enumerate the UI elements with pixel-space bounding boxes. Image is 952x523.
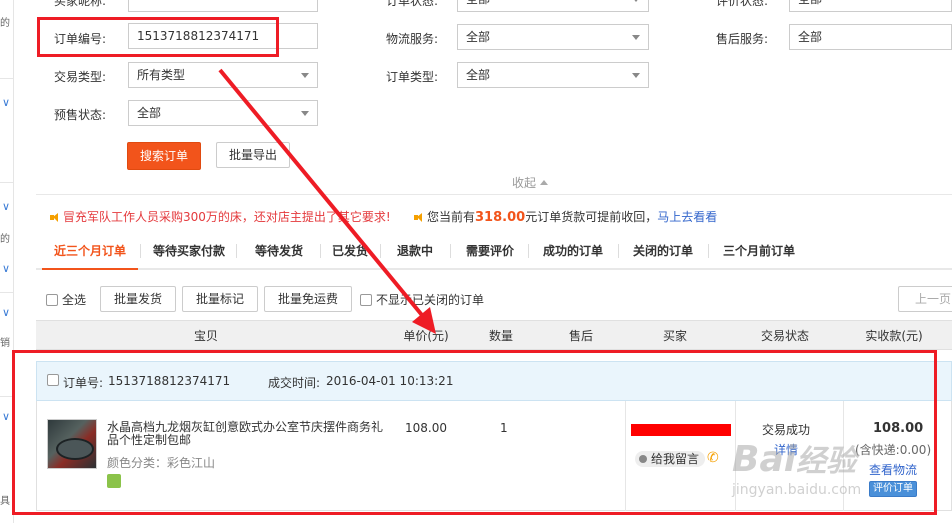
baidu-watermark: Bai经验 xyxy=(732,436,856,480)
baidu-watermark-url: jingyan.baidu.com xyxy=(732,482,862,498)
watermark-suffix: 经验 xyxy=(796,444,857,479)
annotation-arrow-head xyxy=(412,307,436,334)
annotation-arrow-line xyxy=(218,68,428,322)
watermark-brand: Bai xyxy=(732,439,797,480)
